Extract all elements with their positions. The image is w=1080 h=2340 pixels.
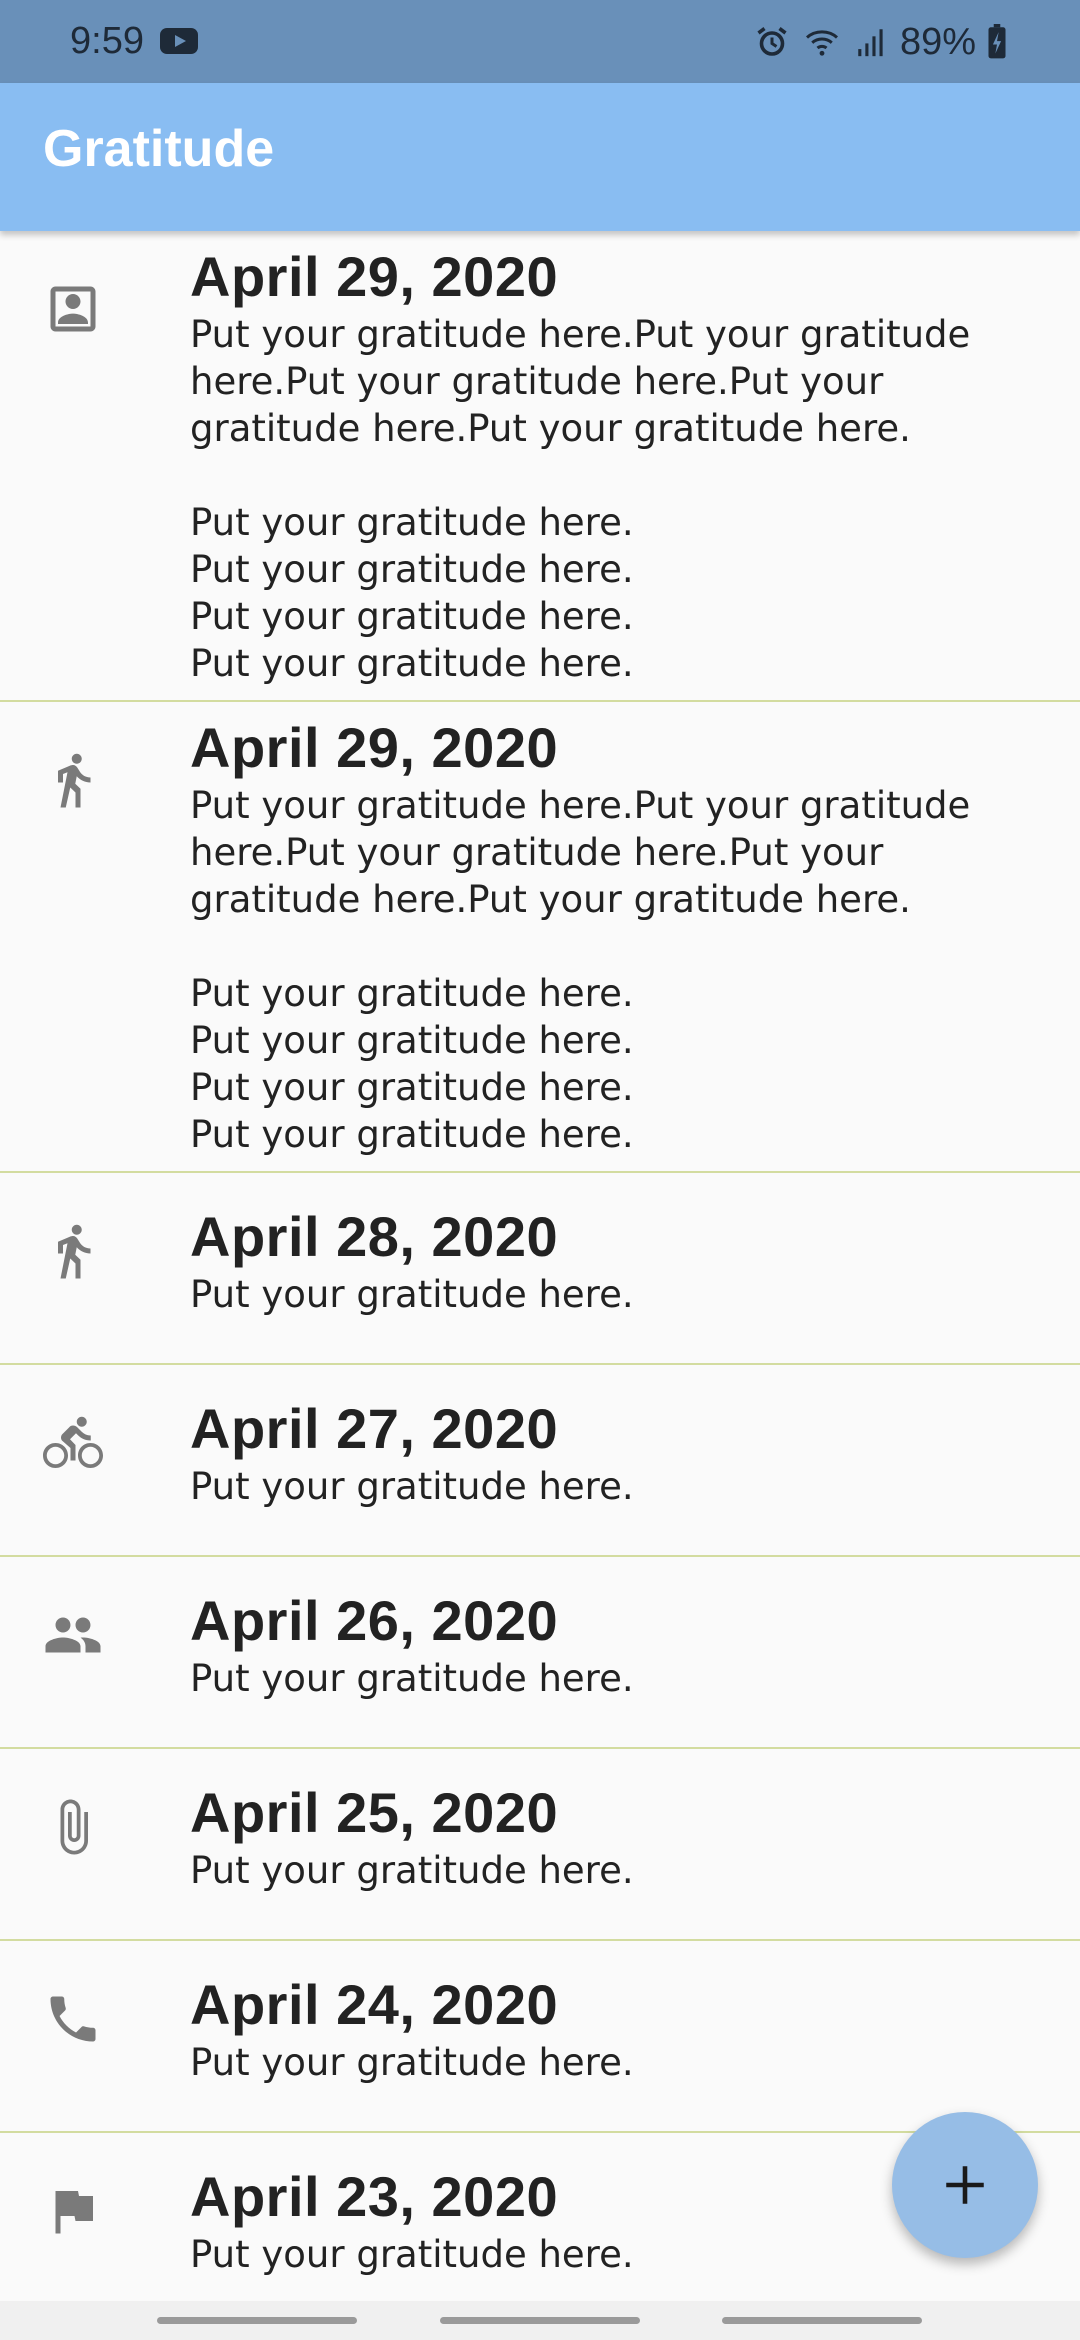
system-nav-bar	[0, 2301, 1080, 2340]
attachment-icon	[43, 1797, 103, 1857]
battery-charging-icon	[988, 24, 1006, 59]
app-title: Gratitude	[43, 120, 275, 178]
signal-icon	[858, 29, 883, 57]
gratitude-entry[interactable]: April 29, 2020 Put your gratitude here.P…	[0, 702, 1080, 1173]
youtube-icon	[160, 28, 198, 54]
entry-text: Put your gratitude here.Put your gratitu…	[190, 313, 971, 685]
status-bar: 9:59 89%	[0, 0, 1080, 83]
phone-icon	[43, 1989, 103, 2049]
bike-icon	[43, 1413, 103, 1473]
nav-handle[interactable]	[722, 2317, 922, 2324]
walk-icon	[43, 750, 103, 810]
gratitude-entry[interactable]: April 29, 2020 Put your gratitude here.P…	[0, 231, 1080, 702]
walk-icon	[43, 1221, 103, 1281]
people-icon	[43, 1605, 103, 1665]
entry-date: April 23, 2020	[190, 2165, 559, 2228]
gratitude-entry[interactable]: April 27, 2020 Put your gratitude here.	[0, 1365, 1080, 1557]
flag-icon	[43, 2181, 103, 2241]
entry-text: Put your gratitude here.	[190, 1273, 634, 1316]
portrait-icon	[43, 279, 103, 339]
status-time: 9:59	[70, 20, 144, 62]
entry-date: April 27, 2020	[190, 1397, 559, 1460]
battery-percent: 89%	[899, 20, 976, 63]
entry-text: Put your gratitude here.	[190, 1849, 634, 1892]
entry-date: April 25, 2020	[190, 1781, 559, 1844]
gratitude-list[interactable]: April 29, 2020 Put your gratitude here.P…	[0, 231, 1080, 2301]
entry-date: April 24, 2020	[190, 1973, 559, 2036]
entry-date: April 28, 2020	[190, 1205, 559, 1268]
entry-date: April 29, 2020	[190, 245, 559, 308]
entry-text: Put your gratitude here.Put your gratitu…	[190, 784, 971, 1156]
plus-icon	[946, 2166, 984, 2204]
nav-handle[interactable]	[157, 2317, 357, 2324]
entry-text: Put your gratitude here.	[190, 2041, 634, 2084]
gratitude-entry[interactable]: April 24, 2020 Put your gratitude here.	[0, 1941, 1080, 2133]
gratitude-entry[interactable]: April 26, 2020 Put your gratitude here.	[0, 1557, 1080, 1749]
alarm-icon	[757, 27, 787, 56]
wifi-icon	[805, 30, 838, 56]
gratitude-entry[interactable]: April 28, 2020 Put your gratitude here.	[0, 1173, 1080, 1365]
add-entry-button[interactable]	[892, 2112, 1038, 2258]
app-bar: Gratitude	[0, 83, 1080, 231]
entry-text: Put your gratitude here.	[190, 2233, 634, 2276]
nav-handle[interactable]	[440, 2317, 640, 2324]
entry-text: Put your gratitude here.	[190, 1465, 634, 1508]
entry-date: April 26, 2020	[190, 1589, 559, 1652]
status-icons: 89%	[754, 20, 1020, 63]
gratitude-entry[interactable]: April 25, 2020 Put your gratitude here.	[0, 1749, 1080, 1941]
entry-text: Put your gratitude here.	[190, 1657, 634, 1700]
entry-date: April 29, 2020	[190, 716, 559, 779]
